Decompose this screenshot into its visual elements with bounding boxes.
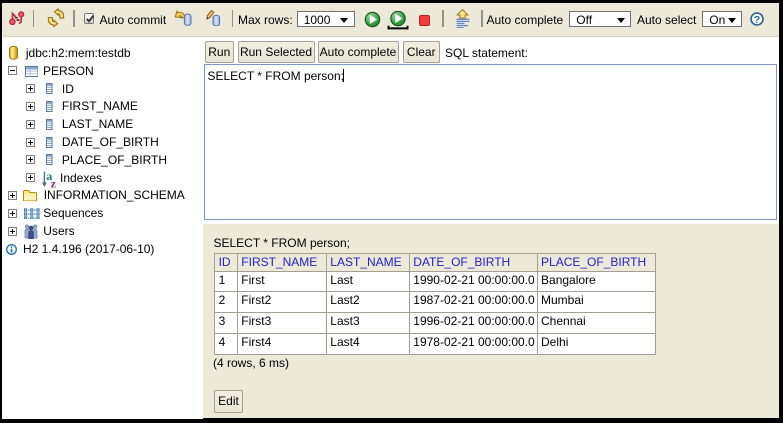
svg-text:?: ? (754, 14, 760, 26)
